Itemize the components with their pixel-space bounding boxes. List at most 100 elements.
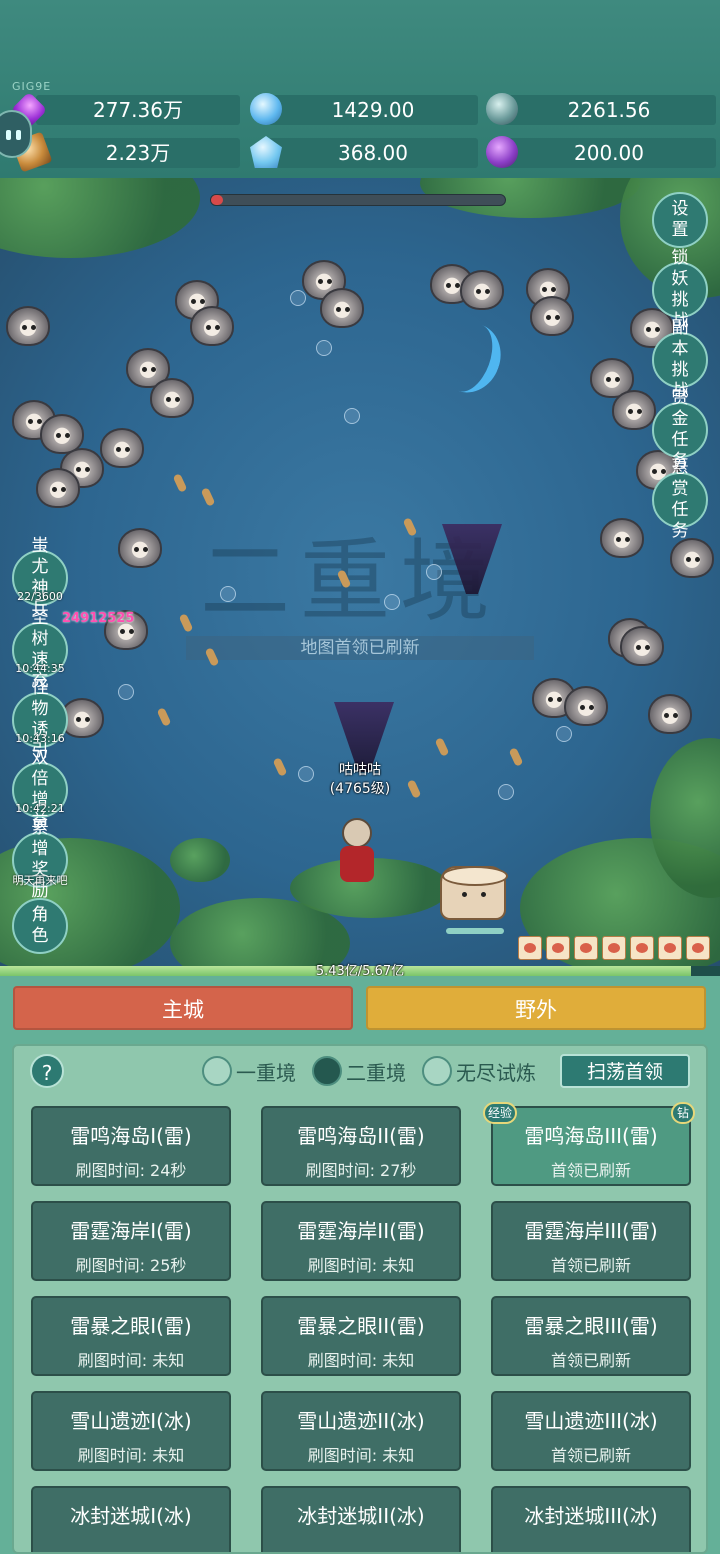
hero-level: (4765级)	[329, 781, 391, 797]
map-name: 雷霆海岸III(雷)	[524, 1219, 658, 1243]
resource-value: 200.00	[574, 141, 644, 165]
map-name: 雷暴之眼I(雷)	[70, 1314, 192, 1338]
skill-icon[interactable]	[686, 936, 710, 960]
map-status: 刷图时间: 未知	[77, 1351, 185, 1370]
monster	[530, 296, 574, 336]
help-button[interactable]: ?	[30, 1054, 64, 1088]
monster	[648, 694, 692, 734]
character-button[interactable]: 角色	[12, 898, 68, 954]
skill-icon[interactable]	[574, 936, 598, 960]
button-sublabel: 22/3600	[17, 590, 63, 603]
map-name: 雷暴之眼II(雷)	[297, 1314, 425, 1338]
tab-wild[interactable]: 野外	[366, 986, 706, 1030]
skill-icon[interactable]	[658, 936, 682, 960]
bubble	[220, 586, 236, 602]
monster	[670, 538, 714, 578]
bubble	[498, 784, 514, 800]
fish-swarm	[172, 473, 188, 493]
monster	[36, 468, 80, 508]
button-label: 累增奖励	[31, 818, 53, 901]
blue-crystal-icon	[250, 93, 282, 125]
skill-icon[interactable]	[518, 936, 542, 960]
exp-badge: 经验	[483, 1102, 518, 1124]
bubble	[290, 290, 306, 306]
bounty-task-button[interactable]: 赏金任务	[652, 388, 708, 471]
map-card[interactable]: 雷暴之眼III(雷) 首领已刷新	[491, 1296, 691, 1376]
map-card[interactable]: 雷鸣海岛I(雷) 刷图时间: 24秒	[31, 1106, 231, 1186]
map-panel: 主城 野外 ? 一重境 二重境 无尽试炼 扫荡首领 雷鸣海岛I(雷) 刷图时间: …	[0, 976, 720, 1554]
map-card[interactable]: 雪山遗迹I(冰) 刷图时间: 未知	[31, 1391, 231, 1471]
map-card[interactable]: 冰封迷城I(冰)	[31, 1486, 231, 1552]
chiyou-weapon-button[interactable]: 蚩尤神兵 22/3600	[12, 536, 68, 619]
monster-lure-button[interactable]: 怪物诱引 10:43:16	[12, 678, 68, 761]
map-name: 雷鸣海岛III(雷)	[524, 1124, 658, 1148]
monster	[150, 378, 194, 418]
bush	[170, 838, 230, 882]
map-status: 首领已刷新	[550, 1446, 631, 1465]
map-card[interactable]: 雷霆海岸III(雷) 首领已刷新	[491, 1201, 691, 1281]
fish-swarm	[508, 747, 524, 767]
skill-icon[interactable]	[602, 936, 626, 960]
assistant-bot-icon[interactable]	[0, 110, 32, 158]
fish-swarm	[178, 613, 194, 633]
skill-icon[interactable]	[546, 936, 570, 960]
hero-body	[340, 846, 374, 882]
monster	[620, 626, 664, 666]
map-card[interactable]: 雷暴之眼II(雷) 刷图时间: 未知	[261, 1296, 461, 1376]
map-card[interactable]: 雪山遗迹II(冰) 刷图时间: 未知	[261, 1391, 461, 1471]
realm-option-2[interactable]: 二重境	[312, 1056, 406, 1086]
map-status: 首领已刷新	[550, 1256, 631, 1275]
map-name: 雪山遗迹II(冰)	[297, 1409, 425, 1433]
tree-foliage	[0, 178, 200, 258]
sacred-tree-recharge-button[interactable]: 圣树速充 10:44:35	[12, 608, 68, 691]
map-list-container: ? 一重境 二重境 无尽试炼 扫荡首领 雷鸣海岛I(雷) 刷图时间: 24秒 雷鸣海…	[12, 1044, 708, 1554]
hero-character	[330, 818, 386, 888]
demon-lock-challenge-button[interactable]: 锁妖挑战	[652, 248, 708, 331]
boss-hp-fill	[211, 195, 223, 205]
monster	[100, 428, 144, 468]
skill-icon[interactable]	[630, 936, 654, 960]
cumulative-reward-button[interactable]: 累增奖励 明天再来吧	[12, 818, 68, 901]
radio-dot[interactable]	[422, 1056, 452, 1086]
settings-button[interactable]: 设置	[652, 192, 708, 248]
map-card[interactable]: 雪山遗迹III(冰) 首领已刷新	[491, 1391, 691, 1471]
dungeon-challenge-button[interactable]: 副本挑战	[652, 318, 708, 401]
map-card[interactable]: 雷鸣海岛II(雷) 刷图时间: 27秒	[261, 1106, 461, 1186]
resource-ice: 368.00	[250, 136, 478, 168]
tree-stump-pet	[440, 866, 508, 920]
map-card[interactable]: 雷暴之眼I(雷) 刷图时间: 未知	[31, 1296, 231, 1376]
realm-option-1[interactable]: 一重境	[202, 1056, 296, 1086]
resource-crystal: 1429.00	[250, 93, 478, 125]
map-card[interactable]: 雷鸣海岛III(雷) 首领已刷新 经验 钻	[483, 1102, 695, 1186]
round-button[interactable]: 角色	[12, 898, 68, 954]
map-name: 冰封迷城III(冰)	[524, 1504, 658, 1528]
map-name: 冰封迷城II(冰)	[297, 1504, 425, 1528]
map-status: 首领已刷新	[550, 1351, 631, 1370]
map-card[interactable]: 冰封迷城II(冰)	[261, 1486, 461, 1552]
map-name: 雷鸣海岛I(雷)	[70, 1124, 192, 1148]
bubble	[384, 594, 400, 610]
blue-slash-effect	[429, 314, 511, 402]
monster	[600, 518, 644, 558]
map-name: 雷暴之眼III(雷)	[524, 1314, 658, 1338]
radio-label: 无尽试炼	[456, 1060, 536, 1085]
map-card[interactable]: 雷霆海岸II(雷) 刷图时间: 未知	[261, 1201, 461, 1281]
double-boost-button[interactable]: 双倍增益 10:42:21	[12, 748, 68, 831]
pet-hp-bar	[446, 928, 504, 934]
damage-number: 24912525	[62, 611, 135, 626]
radio-dot-selected[interactable]	[312, 1056, 342, 1086]
fish-swarm	[156, 707, 172, 727]
radio-label: 一重境	[236, 1060, 296, 1085]
version-tag: GIG9E	[12, 80, 52, 93]
sweep-boss-button[interactable]: 扫荡首领	[560, 1054, 690, 1088]
tab-main-city[interactable]: 主城	[13, 986, 353, 1030]
realm-option-endless[interactable]: 无尽试炼	[422, 1056, 536, 1086]
radio-dot[interactable]	[202, 1056, 232, 1086]
button-sublabel: 10:43:16	[15, 732, 65, 745]
monster	[564, 686, 608, 726]
map-card[interactable]: 冰封迷城III(冰)	[491, 1486, 691, 1552]
map-card[interactable]: 雷霆海岸I(雷) 刷图时间: 25秒	[31, 1201, 231, 1281]
map-name: 雪山遗迹III(冰)	[524, 1409, 658, 1433]
resource-ore: 2261.56	[486, 93, 716, 125]
reward-task-button[interactable]: 悬赏任务	[652, 458, 708, 541]
